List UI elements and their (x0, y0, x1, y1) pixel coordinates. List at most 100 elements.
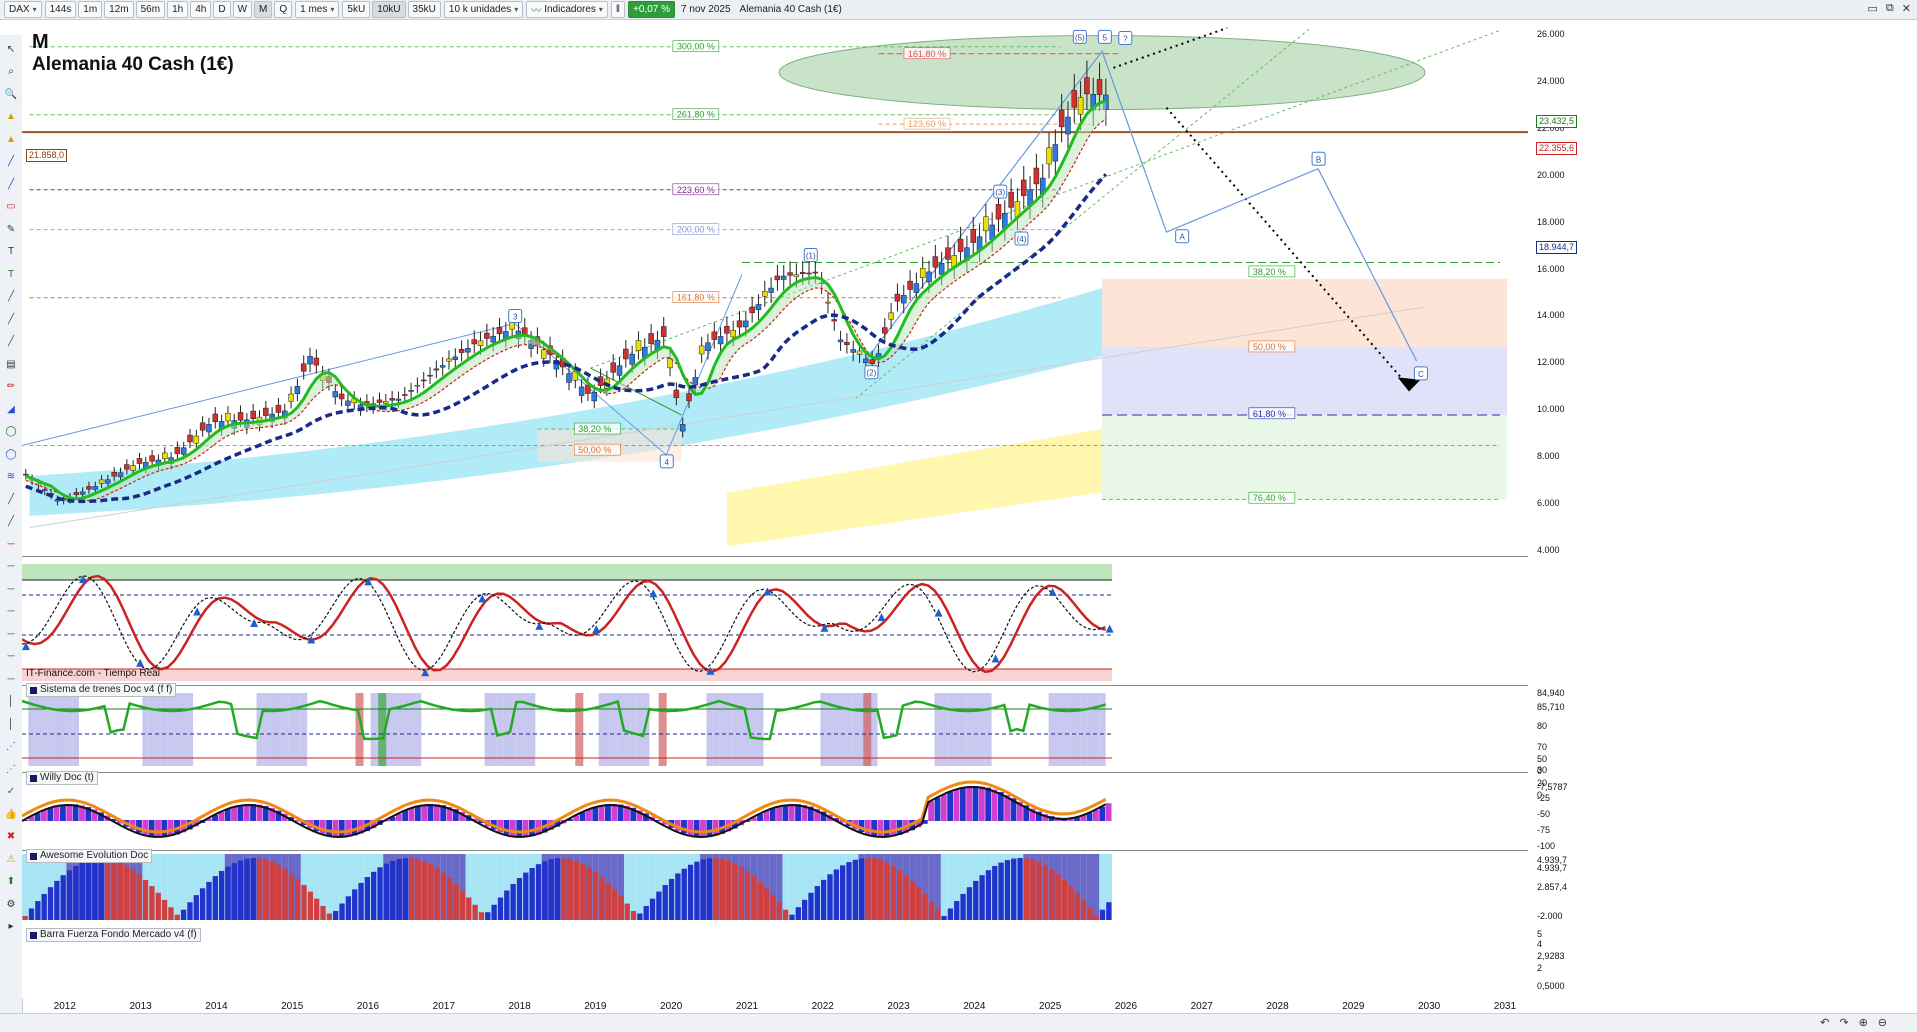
period-button-1m[interactable]: 1m (78, 1, 103, 18)
channel-icon[interactable]: ◢ (4, 403, 18, 415)
hline-icon[interactable]: ─ (4, 673, 18, 685)
line-tool-icon[interactable]: ╱ (4, 493, 18, 505)
unit-button-35kU[interactable]: 35kU (407, 1, 441, 18)
price-chart[interactable]: 300,00 % 261,80 % 223,60 % 200,00 % 161,80 %… (22, 20, 1528, 998)
candle-body (635, 340, 642, 351)
hline-icon[interactable]: ─ (4, 651, 18, 663)
unit-button-5kU[interactable]: 5kU (342, 1, 371, 18)
willy-bar (871, 693, 878, 766)
fib-icon[interactable]: ≋ (4, 471, 18, 483)
units-select[interactable]: 10 k unidades (443, 1, 524, 18)
candle-body (566, 373, 572, 383)
zoom-in-icon[interactable]: ⊕ (1859, 1016, 1868, 1029)
line-tool-icon[interactable]: ╱ (4, 156, 18, 168)
unit-button-10kU[interactable]: 10kU (372, 1, 406, 18)
ellipse-icon[interactable]: ◯ (4, 448, 18, 460)
willy-bar (1086, 693, 1093, 766)
awesome-bar (693, 820, 700, 837)
line-tool-icon[interactable]: ╱ (4, 291, 18, 303)
arrow-up-icon[interactable]: ⬆ (4, 876, 18, 888)
indicators-button[interactable]: 〰 Indicadores (526, 1, 608, 18)
barra-bar (592, 871, 599, 920)
zoom-icon[interactable]: ⌕ (4, 66, 18, 78)
ruler-icon[interactable]: ▤ (4, 358, 18, 370)
period-button-M[interactable]: M (254, 1, 273, 18)
panel-title-trenes[interactable]: Sistema de trenes Doc v4 (f f) (26, 683, 177, 697)
awesome-bar (611, 804, 618, 821)
vline-icon[interactable]: │ (4, 696, 18, 708)
last-price-label: 23.432,5 (1536, 115, 1578, 128)
hline-icon[interactable]: ─ (4, 561, 18, 573)
panel-tick: 80 (1537, 721, 1548, 731)
thumb-icon[interactable]: 👍 (4, 808, 18, 820)
magnifier-icon[interactable]: 🔍 (4, 88, 18, 100)
restore-icon[interactable]: ⧉ (1886, 2, 1894, 15)
hline-icon[interactable]: ─ (4, 606, 18, 618)
hline-icon[interactable]: ─ (4, 583, 18, 595)
period-button-D[interactable]: D (213, 1, 231, 18)
barra-bar (789, 914, 795, 920)
pattern-icon[interactable]: ⋰ (4, 741, 18, 753)
awesome-bar (516, 820, 523, 837)
rect-tool-icon[interactable]: ▭ (4, 201, 18, 213)
hline-icon[interactable]: ─ (4, 628, 18, 640)
cross-icon[interactable]: ✖ (4, 831, 18, 843)
pattern-icon[interactable]: ⋰ (4, 763, 18, 775)
period-button-12m[interactable]: 12m (104, 1, 134, 18)
period-button-56m[interactable]: 56m (135, 1, 166, 18)
text-icon[interactable]: T (4, 268, 18, 280)
candle-body (762, 291, 768, 297)
change-badge: +0,07 % (628, 1, 676, 18)
close-icon[interactable]: ✕ (1902, 2, 1911, 15)
cursor-icon[interactable]: ↖ (4, 43, 18, 55)
hline-icon[interactable]: ─ (4, 538, 18, 550)
barra-bar (244, 858, 250, 920)
period-button-1h[interactable]: 1h (167, 1, 189, 18)
settings-icon[interactable]: ⚙ (4, 898, 18, 910)
collapse-icon[interactable]: ▸ (4, 921, 18, 933)
time-tick: 2026 (1114, 1001, 1138, 1012)
candle-body (686, 393, 692, 402)
line-tool-icon[interactable]: ╱ (4, 516, 18, 528)
barra-bar (377, 867, 383, 920)
willy-bar (1048, 693, 1055, 766)
candle-body (692, 377, 699, 386)
period-button-4h[interactable]: 4h (190, 1, 212, 18)
barra-bar (630, 910, 637, 920)
warning-icon[interactable]: ⚠ (4, 853, 18, 865)
pencil-icon[interactable]: ✏ (4, 381, 18, 393)
minimize-icon[interactable]: ▭ (1868, 2, 1878, 15)
willy-bar (269, 693, 276, 766)
text-icon[interactable]: T (4, 246, 18, 258)
candle-body (477, 340, 484, 347)
candle-body (420, 379, 427, 382)
bell-icon[interactable]: ▲ (4, 111, 18, 123)
undo-icon[interactable]: ↶ (1820, 1016, 1829, 1029)
redo-icon[interactable]: ↷ (1839, 1016, 1848, 1029)
line-tool-icon[interactable]: ╱ (4, 178, 18, 190)
awesome-bar (237, 805, 244, 821)
panel-title-willy[interactable]: Willy Doc (t) (26, 771, 98, 785)
line-tool-icon[interactable]: ╱ (4, 336, 18, 348)
bell-icon[interactable]: ▲ (4, 133, 18, 145)
check-icon[interactable]: ✓ (4, 786, 18, 798)
ellipse-icon[interactable]: ◯ (4, 426, 18, 438)
period-button-W[interactable]: W (232, 1, 253, 18)
panel-title-barra[interactable]: Barra Fuerza Fondo Mercado v4 (f) (26, 928, 201, 942)
candle-body (850, 349, 856, 353)
barra-bar (301, 885, 307, 920)
panel-title-awesome[interactable]: Awesome Evolution Doc (26, 849, 153, 863)
pause-button[interactable]: ‖ (610, 1, 626, 18)
period-button-Q[interactable]: Q (274, 1, 293, 18)
line-tool-icon[interactable]: ╱ (4, 313, 18, 325)
range-select[interactable]: 1 mes (295, 1, 340, 18)
zoom-out-icon[interactable]: ⊖ (1878, 1016, 1887, 1029)
symbol-select[interactable]: DAX (4, 1, 42, 18)
candle-body (1077, 97, 1084, 115)
wave-label-text: 3 (513, 312, 518, 321)
pen-icon[interactable]: ✎ (4, 223, 18, 235)
period-button-144s[interactable]: 144s (44, 1, 77, 18)
awesome-bar (991, 789, 998, 821)
barra-bar (516, 877, 523, 920)
vline-icon[interactable]: │ (4, 718, 18, 730)
